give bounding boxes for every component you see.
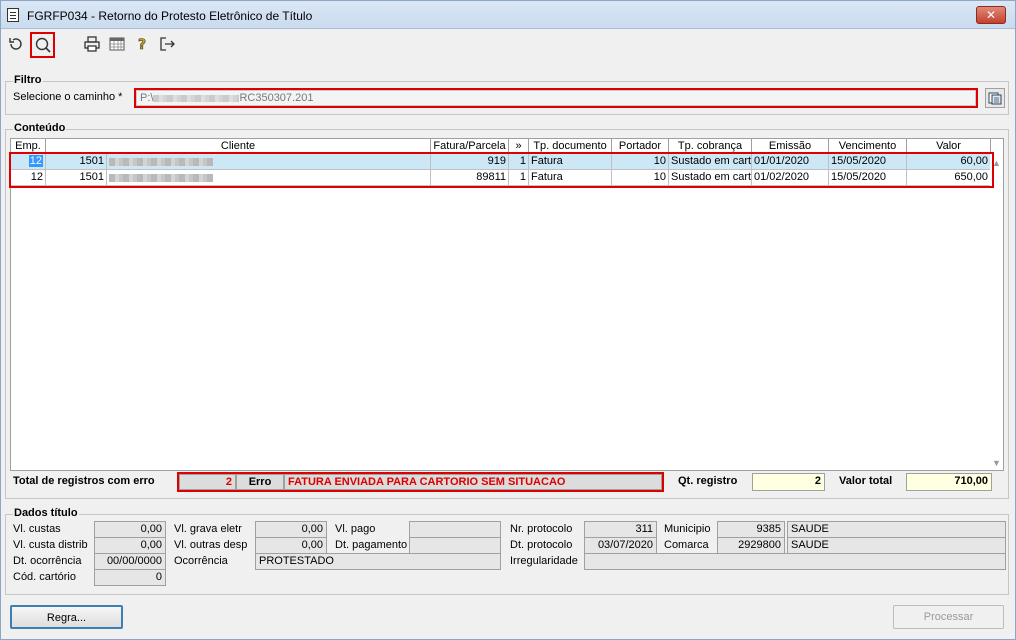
valor-total-label: Valor total [839, 475, 893, 487]
vl-pago-field [409, 521, 501, 538]
caminho-suffix: RC350307.201 [239, 92, 314, 104]
comarca-label: Comarca [664, 539, 709, 551]
calendar-grid-icon[interactable] [106, 33, 128, 55]
cod-cartorio-label: Cód. cartório [13, 571, 76, 583]
scroll-down-icon[interactable]: ▼ [992, 458, 1001, 468]
total-erro-field: 2 [179, 474, 236, 490]
qt-registro-label: Qt. registro [678, 475, 738, 487]
dt-ocorrencia-field: 00/00/0000 [94, 553, 166, 570]
processar-button[interactable]: Processar [893, 605, 1004, 629]
dados-titulo-group-label: Dados título [13, 507, 79, 519]
vl-custas-label: Vl. custas [13, 523, 61, 535]
dt-ocorrencia-label: Dt. ocorrência [13, 555, 82, 567]
regra-button[interactable]: Regra... [10, 605, 123, 629]
cod-cartorio-field: 0 [94, 569, 166, 586]
vl-outras-desp-field: 0,00 [255, 537, 327, 554]
dt-protocolo-label: Dt. protocolo [510, 539, 573, 551]
vl-custa-distrib-label: Vl. custa distrib [13, 539, 88, 551]
erro-message: FATURA ENVIADA PARA CARTORIO SEM SITUACA… [284, 474, 662, 490]
redacted-path [153, 94, 240, 102]
dt-pagamento-label: Dt. pagamento [335, 539, 408, 551]
municipio-cod-field: 9385 [717, 521, 785, 538]
refresh-icon[interactable] [5, 33, 27, 55]
document-icon [7, 8, 19, 22]
search-icon[interactable] [30, 32, 55, 58]
ocorrencia-field: PROTESTADO [255, 553, 501, 570]
caminho-input[interactable]: P:\ RC350307.201 [136, 90, 976, 106]
comarca-cod-field: 2929800 [717, 537, 785, 554]
municipio-label: Municipio [664, 523, 711, 535]
filtro-group-label: Filtro [13, 74, 43, 86]
vl-pago-label: Vl. pago [335, 523, 376, 535]
dt-protocolo-field: 03/07/2020 [584, 537, 657, 554]
help-icon[interactable]: ? [131, 33, 153, 55]
vl-grava-eletr-label: Vl. grava eletr [174, 523, 242, 535]
comarca-nome-field: SAUDE [787, 537, 1006, 554]
total-erro-label: Total de registros com erro [13, 475, 155, 487]
window-title: FGRFP034 - Retorno do Protesto Eletrônic… [27, 9, 313, 23]
municipio-nome-field: SAUDE [787, 521, 1006, 538]
vl-custa-distrib-field: 0,00 [94, 537, 166, 554]
exit-icon[interactable] [156, 33, 178, 55]
vl-custas-field: 0,00 [94, 521, 166, 538]
caminho-label: Selecione o caminho * [13, 91, 123, 103]
title-bar: FGRFP034 - Retorno do Protesto Eletrônic… [1, 1, 1015, 29]
grid-scrollbar[interactable]: ▲ ▼ [990, 154, 1003, 470]
main-window: FGRFP034 - Retorno do Protesto Eletrônic… [0, 0, 1016, 640]
qt-registro-field: 2 [752, 473, 825, 491]
svg-text:?: ? [138, 37, 146, 53]
browse-folder-button[interactable] [985, 88, 1005, 108]
irregularidade-field [584, 553, 1006, 570]
conteudo-group-label: Conteúdo [13, 122, 67, 134]
nr-protocolo-field: 311 [584, 521, 657, 538]
file-list-icon [988, 92, 1002, 105]
rows-highlight [9, 152, 994, 188]
valor-total-field: 710,00 [906, 473, 992, 491]
toolbar: ? [1, 30, 1015, 60]
print-icon[interactable] [81, 33, 103, 55]
erro-label: Erro [236, 474, 284, 490]
vl-outras-desp-label: Vl. outras desp [174, 539, 248, 551]
nr-protocolo-label: Nr. protocolo [510, 523, 573, 535]
vl-grava-eletr-field: 0,00 [255, 521, 327, 538]
ocorrencia-label: Ocorrência [174, 555, 228, 567]
caminho-prefix: P:\ [140, 92, 154, 104]
dt-pagamento-field [409, 537, 501, 554]
close-button[interactable]: ✕ [976, 6, 1006, 24]
irregularidade-label: Irregularidade [510, 555, 578, 567]
